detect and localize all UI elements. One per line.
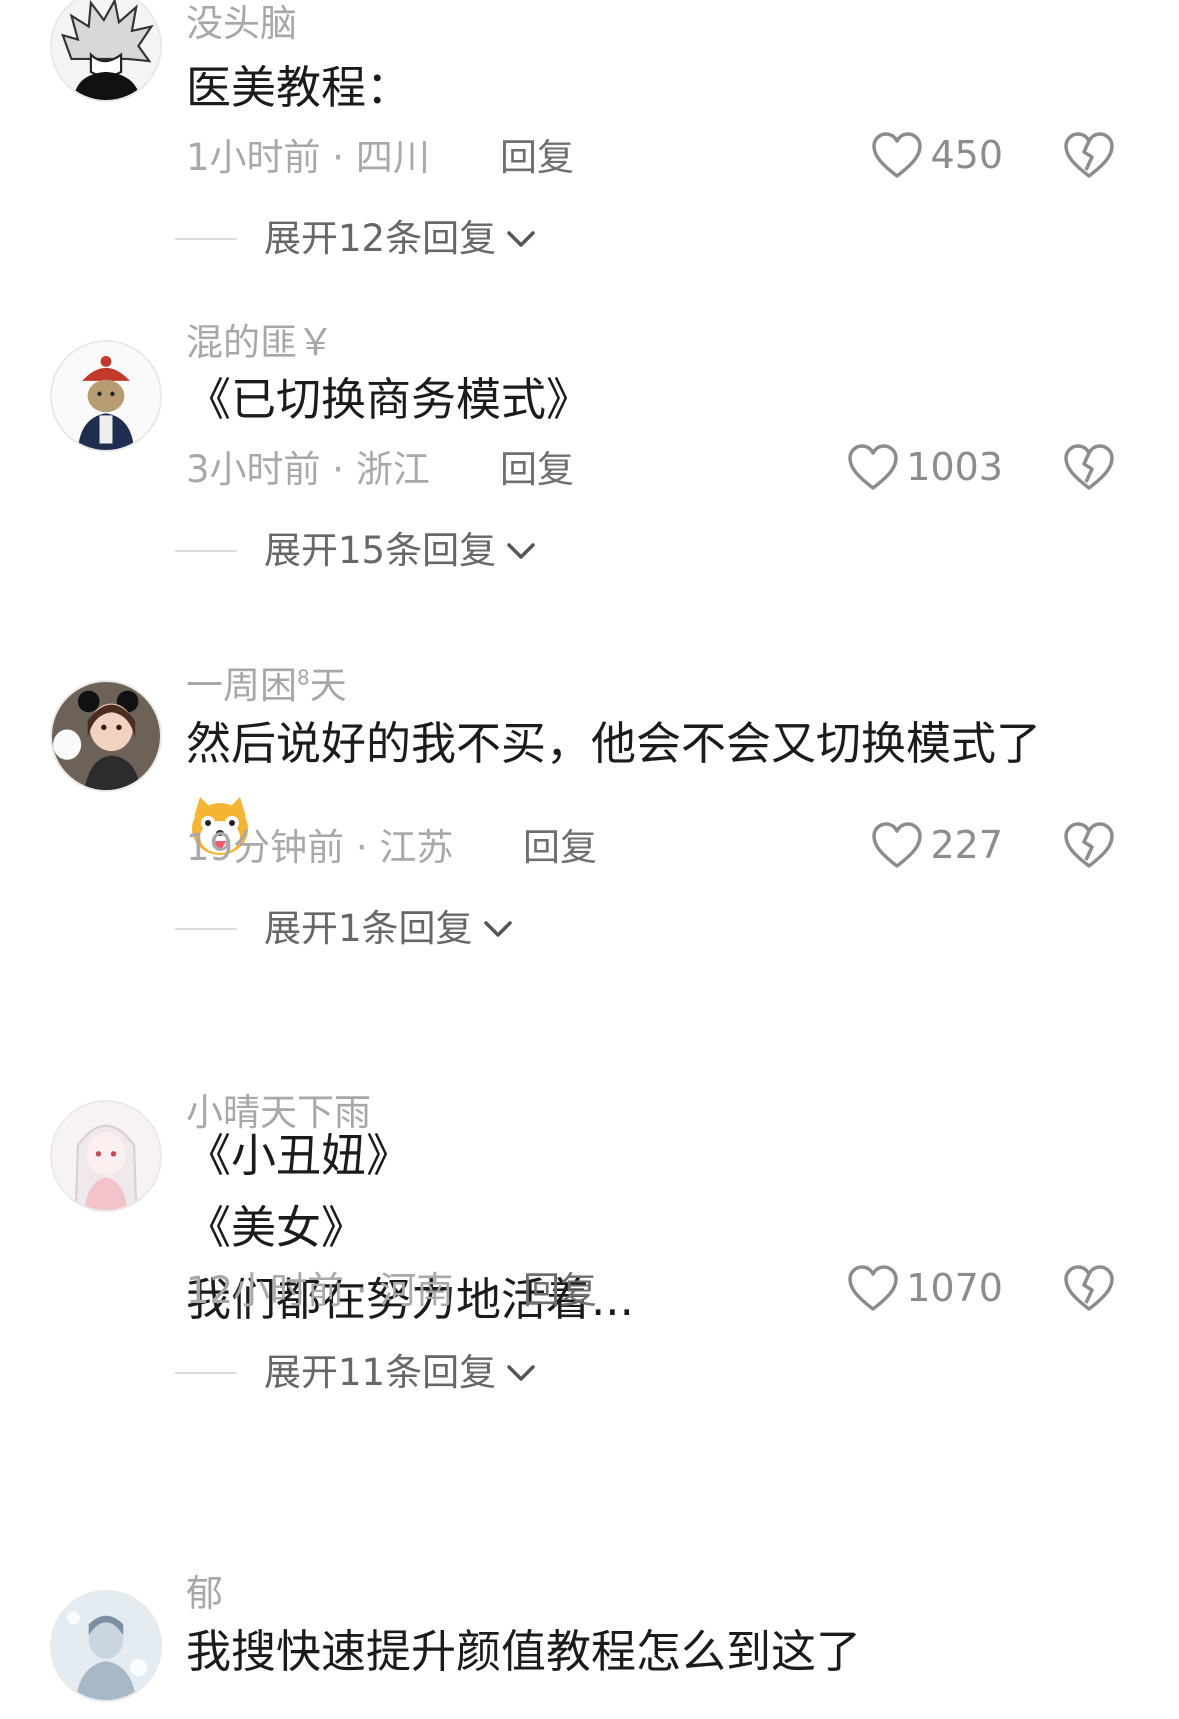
meta-separator: · [344,1269,380,1312]
expand-replies-label: 展开11条回复 [264,1351,497,1394]
username[interactable]: 郁 [186,1575,223,1612]
reply-button[interactable]: 回复 [523,1272,597,1309]
broken-heart-icon[interactable] [1062,442,1116,492]
user-avatar[interactable] [50,1590,162,1702]
expand-replies[interactable]: 展开1条回复 [175,910,515,947]
like-button[interactable]: 227 [870,820,1003,870]
like-button[interactable]: 1070 [846,1263,1003,1313]
divider-line [175,1371,237,1374]
comment-meta: 19分钟前 · 江苏 [186,829,453,866]
comment-line: 医美教程： [186,61,412,114]
comment-location: 河南 [379,1269,454,1312]
meta-separator: · [320,136,356,179]
user-avatar[interactable] [50,1100,162,1212]
comment-line: 然后说好的我不买，他会不会又切换模式了 [186,717,1042,770]
comment-time: 1小时前 [186,136,321,179]
like-count: 450 [930,133,1003,177]
comment-time: 12小时前 [186,1269,345,1312]
broken-heart-icon[interactable] [1062,130,1116,180]
username[interactable]: 一周困8天 [186,667,347,704]
comment-line: 《美女》 [186,1201,367,1254]
heart-icon [872,132,923,178]
chevron-down-icon [507,230,535,247]
reply-button[interactable]: 回复 [500,139,574,176]
comment-meta: 12小时前 · 河南 [186,1272,453,1309]
expand-replies-label: 展开12条回复 [264,217,497,260]
user-avatar[interactable] [50,340,162,452]
meta-separator: · [344,826,380,869]
comment-text: 《已切换商务模式》 [186,364,591,436]
user-avatar[interactable] [50,680,162,792]
comment-text: 然后说好的我不买，他会不会又切换模式了 [186,708,1041,780]
comment-location: 江苏 [379,826,454,869]
like-button[interactable]: 450 [870,130,1003,180]
comment-line: 《已切换商务模式》 [186,373,592,426]
comment-line: 《小丑妞》 [186,1129,412,1182]
reply-button[interactable]: 回复 [500,451,574,488]
expand-replies[interactable]: 展开11条回复 [175,1354,538,1391]
comment-time: 3小时前 [186,448,321,491]
like-count: 227 [930,823,1003,867]
like-count: 1070 [906,1266,1003,1310]
expand-replies-label: 展开15条回复 [264,529,497,572]
comment-meta: 3小时前 · 浙江 [186,451,430,488]
heart-icon [872,822,923,868]
username-main: 一周困 [186,664,297,707]
user-avatar[interactable] [50,0,162,102]
divider-line [175,549,237,552]
heart-icon [848,1265,899,1311]
meta-separator: · [320,448,356,491]
comment-text: 医美教程： [186,52,411,124]
broken-heart-icon[interactable] [1062,1263,1116,1313]
expand-replies[interactable]: 展开12条回复 [175,220,538,257]
heart-icon [848,444,899,490]
username[interactable]: 混的匪￥ [186,324,334,361]
expand-replies-label: 展开1条回复 [264,907,473,950]
like-count: 1003 [906,445,1003,489]
username[interactable]: 没头脑 [186,5,297,42]
comment-list: 没头脑 医美教程： 1小时前 · 四川 回复 450 展开12条回复 混的匪￥ … [0,0,1179,1719]
divider-line [175,927,237,930]
comment-location: 四川 [355,136,430,179]
chevron-down-icon [483,920,512,937]
username-tail: 天 [309,664,347,707]
comment-meta: 1小时前 · 四川 [186,139,430,176]
like-button[interactable]: 1003 [846,442,1003,492]
comment-time: 19分钟前 [186,826,345,869]
broken-heart-icon[interactable] [1062,820,1116,870]
reply-button[interactable]: 回复 [523,829,597,866]
comment-line: 我搜快速提升颜值教程怎么到这了 [186,1625,862,1678]
comment-location: 浙江 [355,448,430,491]
chevron-down-icon [507,542,535,559]
expand-replies[interactable]: 展开15条回复 [175,532,538,569]
divider-line [175,237,237,240]
username-superscript: 8 [297,665,310,690]
chevron-down-icon [507,1364,535,1381]
comment-text: 我搜快速提升颜值教程怎么到这了 [186,1616,861,1688]
